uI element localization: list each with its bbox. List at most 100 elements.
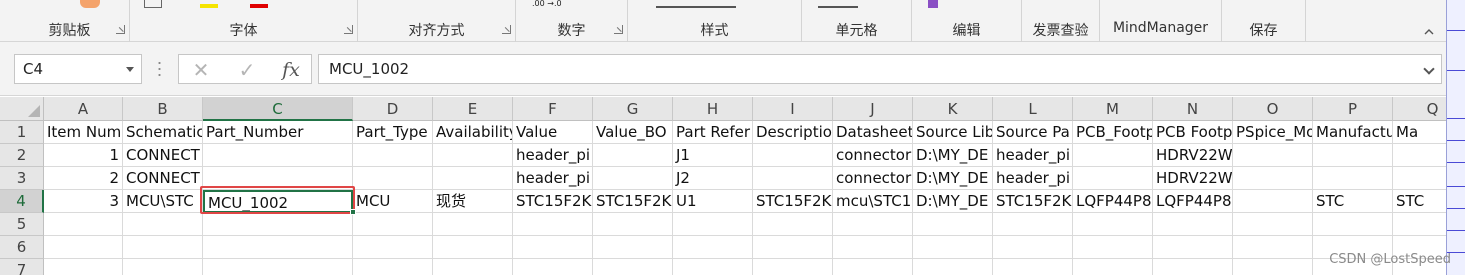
column-header-h[interactable]: H xyxy=(673,97,753,121)
cancel-icon[interactable]: ✕ xyxy=(189,58,213,82)
cell-l5[interactable] xyxy=(993,213,1073,236)
cell-j6[interactable] xyxy=(833,236,913,259)
name-box[interactable]: C4 xyxy=(14,54,142,84)
cell-g1[interactable]: Value_BO xyxy=(593,121,673,144)
cell-g2[interactable] xyxy=(593,144,673,167)
cell-a1[interactable]: Item Num xyxy=(44,121,123,144)
collapse-ribbon-icon[interactable] xyxy=(1424,27,1434,37)
cell-d1[interactable]: Part_Type xyxy=(353,121,433,144)
cell-o5[interactable] xyxy=(1233,213,1313,236)
cell-j2[interactable]: connector xyxy=(833,144,913,167)
column-header-m[interactable]: M xyxy=(1073,97,1153,121)
cell-i4[interactable]: STC15F2K xyxy=(753,190,833,213)
cell-f7[interactable] xyxy=(513,259,593,275)
cell-d3[interactable] xyxy=(353,167,433,190)
row-header-5[interactable]: 5 xyxy=(0,213,44,236)
column-header-n[interactable]: N xyxy=(1153,97,1233,121)
cell-i6[interactable] xyxy=(753,236,833,259)
number-launcher-icon[interactable] xyxy=(614,25,623,34)
row-header-3[interactable]: 3 xyxy=(0,167,44,190)
cell-k2[interactable]: D:\MY_DE xyxy=(913,144,993,167)
cell-p1[interactable]: Manufactu xyxy=(1313,121,1393,144)
row-header-6[interactable]: 6 xyxy=(0,236,44,259)
cell-h2[interactable]: J1 xyxy=(673,144,753,167)
cell-o7[interactable] xyxy=(1233,259,1313,275)
cell-e6[interactable] xyxy=(433,236,513,259)
column-header-p[interactable]: P xyxy=(1313,97,1393,121)
cell-q5[interactable] xyxy=(1393,213,1446,236)
border-icon[interactable] xyxy=(144,0,162,8)
cell-f6[interactable] xyxy=(513,236,593,259)
clipboard-launcher-icon[interactable] xyxy=(116,25,125,34)
decimal-icon[interactable]: .00 →.0 xyxy=(532,0,566,8)
cell-d7[interactable] xyxy=(353,259,433,275)
column-header-q[interactable]: Q xyxy=(1393,97,1446,121)
highlight-color-icon[interactable] xyxy=(200,4,218,8)
cell-i7[interactable] xyxy=(753,259,833,275)
cell-n2[interactable]: HDRV22W xyxy=(1153,144,1233,167)
expand-formula-bar-icon[interactable] xyxy=(1423,63,1435,75)
cell-m4[interactable]: LQFP44P8 xyxy=(1073,190,1153,213)
cell-i2[interactable] xyxy=(753,144,833,167)
fill-handle[interactable] xyxy=(350,209,356,215)
cell-p5[interactable] xyxy=(1313,213,1393,236)
cell-k7[interactable] xyxy=(913,259,993,275)
cell-f2[interactable]: header_pi xyxy=(513,144,593,167)
insert-function-icon[interactable]: fx xyxy=(279,58,303,82)
cell-k3[interactable]: D:\MY_DE xyxy=(913,167,993,190)
cell-k1[interactable]: Source Lib xyxy=(913,121,993,144)
cell-l6[interactable] xyxy=(993,236,1073,259)
cell-g7[interactable] xyxy=(593,259,673,275)
cell-a2[interactable]: 1 xyxy=(44,144,123,167)
format-painter-icon[interactable] xyxy=(80,0,100,8)
cell-h7[interactable] xyxy=(673,259,753,275)
formula-bar-splitter[interactable] xyxy=(158,60,161,78)
cell-a5[interactable] xyxy=(44,213,123,236)
cell-f3[interactable]: header_pi xyxy=(513,167,593,190)
cell-b3[interactable]: CONNECT xyxy=(123,167,203,190)
cell-e2[interactable] xyxy=(433,144,513,167)
cell-n5[interactable] xyxy=(1153,213,1233,236)
column-header-l[interactable]: L xyxy=(993,97,1073,121)
cell-e4[interactable]: 现货 xyxy=(433,190,513,213)
cell-d6[interactable] xyxy=(353,236,433,259)
cell-c6[interactable] xyxy=(203,236,353,259)
cell-p2[interactable] xyxy=(1313,144,1393,167)
cell-b1[interactable]: Schematic xyxy=(123,121,203,144)
cell-o6[interactable] xyxy=(1233,236,1313,259)
alignment-launcher-icon[interactable] xyxy=(502,25,511,34)
column-header-g[interactable]: G xyxy=(593,97,673,121)
cell-e5[interactable] xyxy=(433,213,513,236)
cell-e3[interactable] xyxy=(433,167,513,190)
cell-h6[interactable] xyxy=(673,236,753,259)
formula-input[interactable]: MCU_1002 xyxy=(318,54,1442,84)
cell-c2[interactable] xyxy=(203,144,353,167)
cell-d2[interactable] xyxy=(353,144,433,167)
column-header-o[interactable]: O xyxy=(1233,97,1313,121)
cell-i3[interactable] xyxy=(753,167,833,190)
cell-o4[interactable] xyxy=(1233,190,1313,213)
cell-k6[interactable] xyxy=(913,236,993,259)
font-launcher-icon[interactable] xyxy=(344,25,353,34)
cell-l3[interactable]: header_pi xyxy=(993,167,1073,190)
cell-p4[interactable]: STC xyxy=(1313,190,1393,213)
cell-a3[interactable]: 2 xyxy=(44,167,123,190)
column-header-j[interactable]: J xyxy=(833,97,913,121)
cell-o3[interactable] xyxy=(1233,167,1313,190)
cell-m6[interactable] xyxy=(1073,236,1153,259)
column-header-a[interactable]: A xyxy=(44,97,123,121)
row-header-4[interactable]: 4 xyxy=(0,190,44,213)
name-box-dropdown-icon[interactable] xyxy=(126,67,134,72)
cell-l7[interactable] xyxy=(993,259,1073,275)
cell-m1[interactable]: PCB_Footp xyxy=(1073,121,1153,144)
row-header-1[interactable]: 1 xyxy=(0,121,44,144)
cell-n6[interactable] xyxy=(1153,236,1233,259)
cell-q2[interactable] xyxy=(1393,144,1446,167)
cell-m2[interactable] xyxy=(1073,144,1153,167)
cell-g6[interactable] xyxy=(593,236,673,259)
column-header-b[interactable]: B xyxy=(123,97,203,121)
cell-b5[interactable] xyxy=(123,213,203,236)
cell-f4[interactable]: STC15F2K xyxy=(513,190,593,213)
cell-n4[interactable]: LQFP44P8 xyxy=(1153,190,1233,213)
cell-i5[interactable] xyxy=(753,213,833,236)
